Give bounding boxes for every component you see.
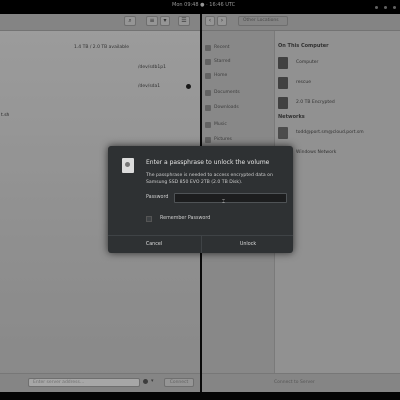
unlock-button[interactable]: Unlock [201, 236, 294, 253]
remember-password-checkbox[interactable] [146, 216, 152, 222]
dialog-button-row: Cancel Unlock [108, 235, 293, 253]
dialog-message-line-1: The passphrase is needed to access encry… [146, 173, 273, 178]
dialog-title: Enter a passphrase to unlock the volume [146, 159, 270, 166]
password-label: Password [146, 195, 169, 200]
dialog-message: The passphrase is needed to access encry… [146, 172, 273, 186]
password-input[interactable] [174, 193, 287, 203]
unlock-volume-dialog: Enter a passphrase to unlock the volume … [108, 146, 293, 253]
drive-lock-icon [122, 158, 134, 173]
mouse-cursor-icon: ⌶ [222, 199, 226, 205]
cancel-button[interactable]: Cancel [108, 236, 200, 253]
remember-password-label[interactable]: Remember Password [160, 216, 210, 221]
dialog-message-line-2: Samsung SSD 850 EVO 2TB (2.0 TB Disk). [146, 180, 243, 185]
bottom-bar [0, 392, 400, 400]
